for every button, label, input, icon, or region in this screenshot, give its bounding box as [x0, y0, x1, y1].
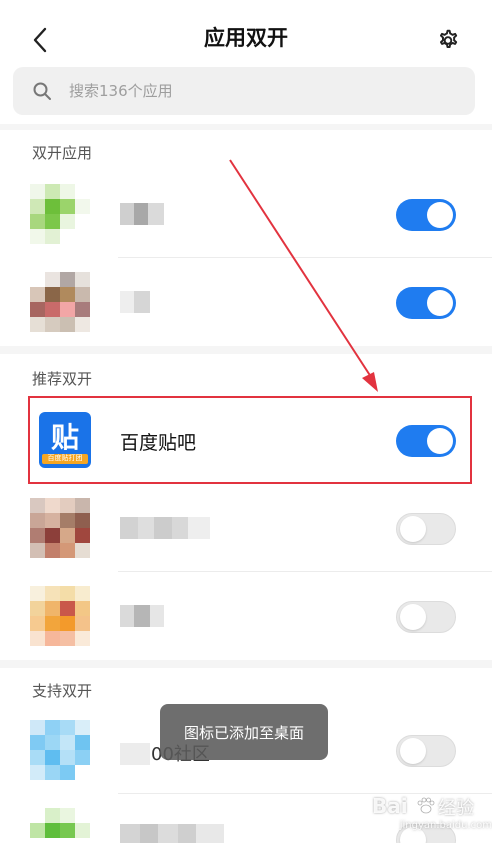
dual-toggle[interactable]	[396, 513, 456, 545]
app-icon-blurred	[30, 586, 90, 646]
section-divider	[0, 124, 492, 130]
app-icon-blurred	[30, 498, 90, 558]
dual-toggle[interactable]	[396, 735, 456, 767]
dual-toggle[interactable]	[396, 287, 456, 319]
header: 应用双开	[0, 0, 492, 70]
search-icon	[31, 80, 53, 102]
toast-message: 图标已添加至桌面	[160, 704, 328, 760]
section-divider	[0, 660, 492, 668]
app-icon-blurred	[30, 808, 90, 843]
highlight-box	[28, 396, 472, 484]
search-bar[interactable]	[13, 67, 475, 115]
app-icon-blurred	[30, 272, 90, 332]
app-row	[0, 170, 492, 258]
app-icon-blurred	[30, 720, 90, 780]
app-row	[0, 258, 492, 346]
section-title-recommended: 推荐双开	[32, 370, 93, 388]
paw-icon	[416, 796, 436, 816]
dual-toggle[interactable]	[396, 601, 456, 633]
section-title-dual: 双开应用	[32, 144, 93, 162]
gear-icon	[439, 29, 458, 49]
app-row	[0, 484, 492, 572]
dual-toggle[interactable]	[396, 199, 456, 231]
section-divider	[0, 346, 492, 354]
settings-button[interactable]	[432, 24, 464, 56]
app-row	[0, 572, 492, 660]
section-title-supported: 支持双开	[32, 682, 93, 700]
app-icon-blurred	[30, 184, 90, 244]
search-input[interactable]	[69, 82, 449, 100]
baidu-jingyan-watermark: Bai 经验 jingyan.baidu.com	[372, 794, 492, 831]
page-title: 应用双开	[204, 26, 288, 50]
